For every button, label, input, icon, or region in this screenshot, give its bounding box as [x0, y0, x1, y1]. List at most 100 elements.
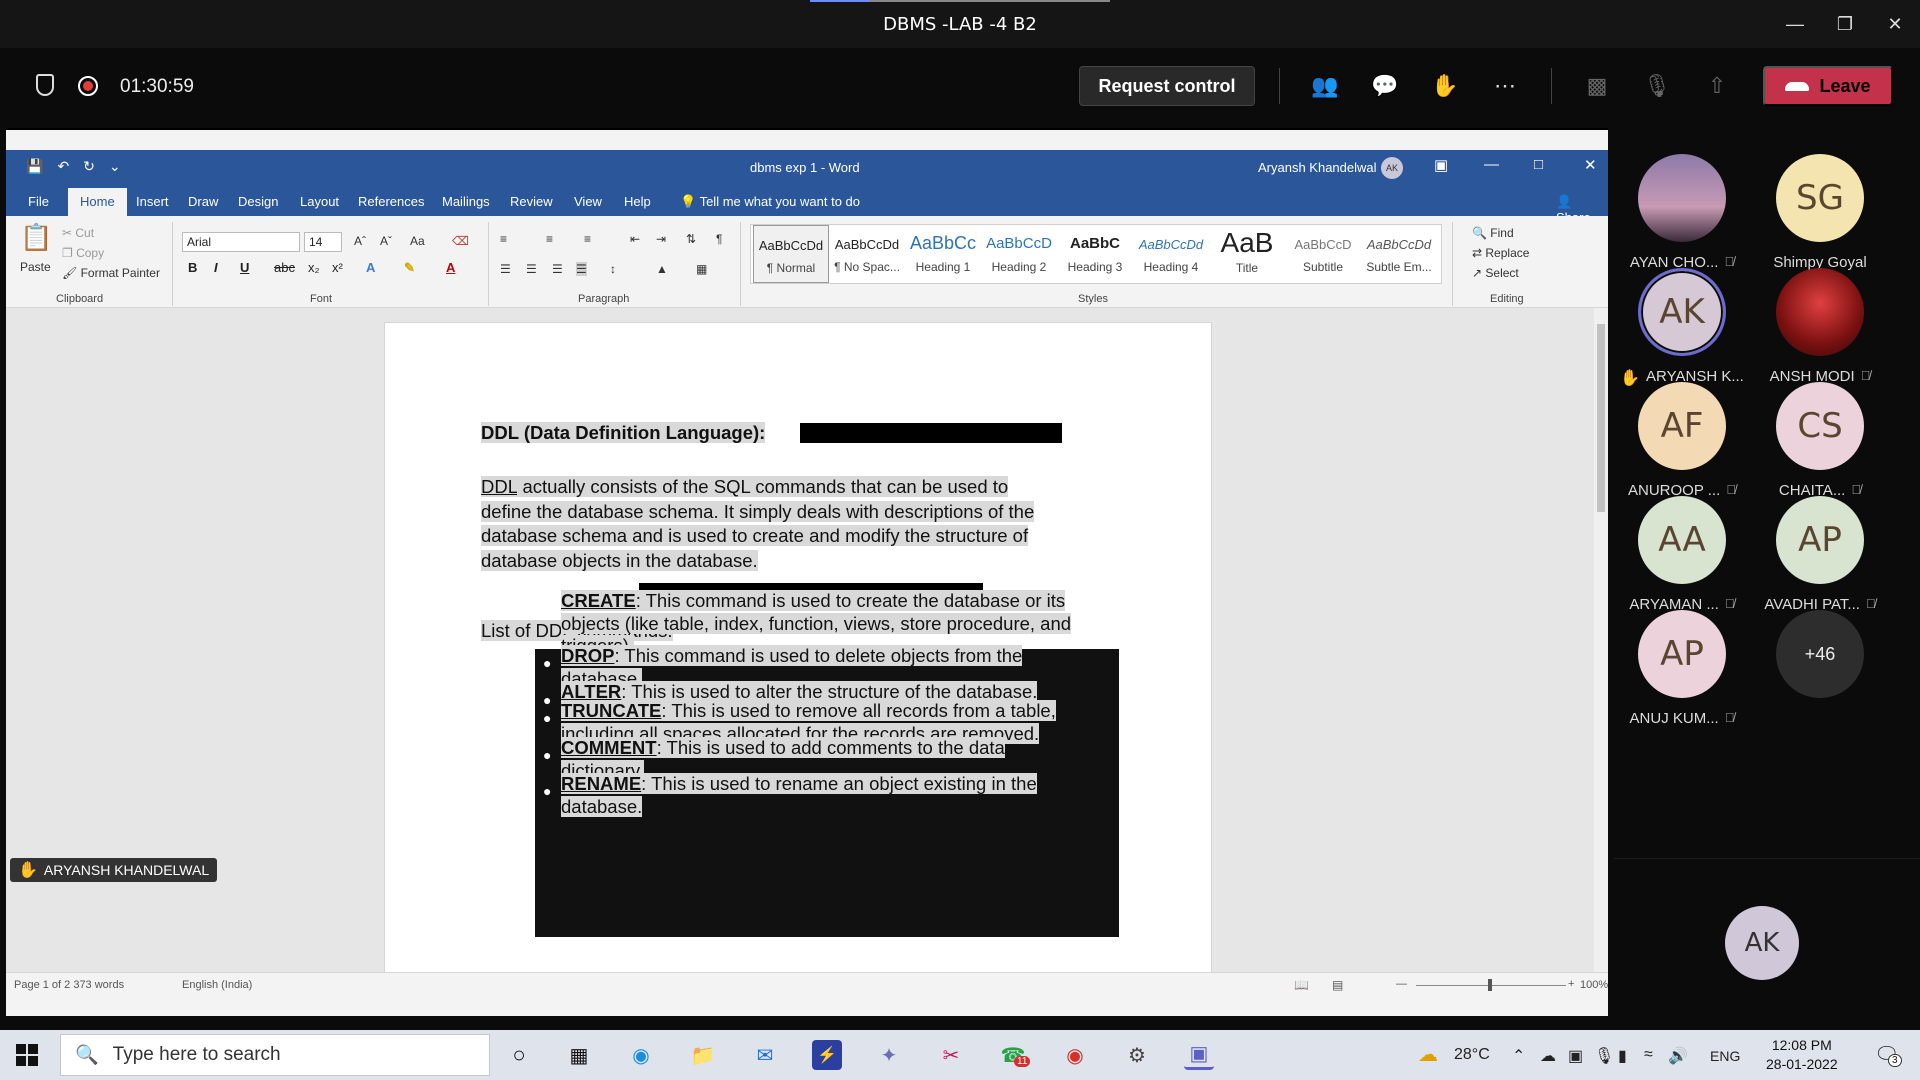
highlight-icon[interactable]: ✎: [404, 260, 415, 276]
wifi-icon[interactable]: ≈: [1644, 1046, 1653, 1064]
participant-tile[interactable]: ANSH MODI 🎙̸: [1752, 268, 1888, 385]
scroll-thumb[interactable]: [1597, 324, 1605, 512]
language-status[interactable]: English (India): [182, 979, 252, 991]
align-right-icon[interactable]: ☰: [552, 262, 563, 276]
style-heading-4[interactable]: AaBbCcDd Heading 4: [1133, 225, 1209, 283]
share-tray-icon[interactable]: ⇧: [1701, 70, 1733, 102]
tab-design[interactable]: Design: [238, 194, 278, 209]
clear-format-icon[interactable]: ⌫: [452, 234, 469, 248]
snip-icon[interactable]: ✂: [936, 1040, 966, 1070]
tab-view[interactable]: View: [574, 194, 602, 209]
font-size-select[interactable]: 14: [304, 232, 342, 252]
participant-tile[interactable]: AYAN CHO... 🎙̸: [1614, 154, 1750, 271]
tab-insert[interactable]: Insert: [136, 194, 169, 209]
tab-references[interactable]: References: [358, 194, 424, 209]
zoom-out-icon[interactable]: —: [1396, 978, 1407, 990]
line-spacing-icon[interactable]: ↕: [610, 262, 616, 276]
style-subtle-emphasis[interactable]: AaBbCcDd Subtle Em...: [1361, 225, 1437, 283]
tab-layout[interactable]: Layout: [300, 194, 339, 209]
cut-button[interactable]: ✂ Cut: [62, 226, 94, 240]
tab-home[interactable]: Home: [68, 188, 127, 216]
more-participants-tile[interactable]: +46: [1752, 610, 1888, 698]
edge-icon[interactable]: ◉: [626, 1040, 656, 1070]
participant-tile[interactable]: AK ✋ ARYANSH K...: [1614, 268, 1750, 388]
weather-icon[interactable]: ☁: [1418, 1042, 1438, 1067]
restore-icon[interactable]: ❐: [1820, 0, 1870, 48]
start-button[interactable]: [16, 1044, 38, 1066]
word-count[interactable]: Page 1 of 2 373 words: [14, 979, 124, 991]
word-user-avatar[interactable]: AK: [1381, 157, 1403, 179]
vertical-scrollbar[interactable]: [1594, 308, 1608, 972]
camera-off-icon[interactable]: ▩: [1581, 70, 1613, 102]
redo-icon[interactable]: ↻: [83, 158, 95, 175]
file-explorer-icon[interactable]: 📁: [688, 1040, 718, 1070]
sort-icon[interactable]: ⇅: [686, 232, 696, 246]
participant-tile[interactable]: SG Shimpy Goyal: [1752, 154, 1888, 271]
chevron-up-icon[interactable]: ⌃: [1512, 1046, 1525, 1066]
style-heading-1[interactable]: AaBbCc Heading 1: [905, 225, 981, 283]
participant-tile[interactable]: CS CHAITA... 🎙̸: [1752, 382, 1888, 499]
mic-off-icon[interactable]: 🎙: [1641, 70, 1673, 102]
style-no-spacing[interactable]: AaBbCcDd ¶ No Spac...: [829, 225, 905, 283]
read-mode-icon[interactable]: 📖: [1294, 978, 1309, 992]
notifications-icon[interactable]: 🗨 3: [1874, 1042, 1902, 1067]
volume-icon[interactable]: 🔊: [1668, 1046, 1688, 1066]
autosave-icon[interactable]: 💾: [26, 158, 43, 175]
italic-button[interactable]: I: [214, 260, 218, 275]
system-clock[interactable]: 12:08 PM 28-01-2022: [1766, 1036, 1838, 1074]
participant-tile[interactable]: AF ANUROOP ... 🎙̸: [1614, 382, 1750, 499]
task-view-icon[interactable]: ▦: [564, 1040, 594, 1070]
justify-icon[interactable]: ☰: [576, 262, 587, 276]
replace-button[interactable]: ⇄ Replace: [1472, 246, 1529, 260]
style-subtitle[interactable]: AaBbCcD Subtitle: [1285, 225, 1361, 283]
participants-icon[interactable]: 👥: [1309, 70, 1341, 102]
style-heading-3[interactable]: AaBbC Heading 3: [1057, 225, 1133, 283]
cloud-icon[interactable]: ☁: [1540, 1046, 1556, 1066]
battery-icon[interactable]: ▮: [1618, 1046, 1627, 1066]
subscript-button[interactable]: x₂: [308, 260, 320, 275]
word-restore-icon[interactable]: □: [1534, 156, 1543, 173]
text-effects-icon[interactable]: A: [366, 260, 375, 275]
participant-tile[interactable]: AP ANUJ KUM... 🎙̸: [1614, 610, 1750, 727]
shading-icon[interactable]: ▲: [656, 262, 668, 276]
multilevel-list-icon[interactable]: ≡: [584, 232, 591, 246]
bullets-icon[interactable]: ≡: [500, 232, 507, 246]
font-name-select[interactable]: Arial: [182, 232, 300, 252]
style-normal[interactable]: AaBbCcDd ¶ Normal: [753, 225, 829, 283]
more-actions-icon[interactable]: ⋯: [1489, 70, 1521, 102]
increase-indent-icon[interactable]: ⇥: [656, 232, 666, 246]
grow-font-icon[interactable]: Aˆ: [354, 234, 366, 248]
undo-icon[interactable]: ↶: [57, 158, 69, 175]
chat-icon[interactable]: 💬: [1369, 70, 1401, 102]
shrink-font-icon[interactable]: Aˇ: [380, 234, 392, 248]
bold-button[interactable]: B: [188, 260, 197, 275]
select-button[interactable]: ↗ Select: [1472, 266, 1519, 280]
paste-button[interactable]: Paste: [20, 260, 51, 274]
zoom-thumb[interactable]: [1488, 979, 1492, 991]
word-close-icon[interactable]: ✕: [1584, 156, 1597, 174]
customize-icon[interactable]: ⌄: [109, 158, 121, 175]
minimize-icon[interactable]: —: [1770, 0, 1820, 48]
powerautomate-icon[interactable]: ⚡: [812, 1040, 842, 1070]
copy-button[interactable]: ❐ Copy: [62, 246, 104, 260]
app-icon[interactable]: ✦: [874, 1040, 904, 1070]
word-minimize-icon[interactable]: —: [1484, 156, 1499, 173]
find-button[interactable]: 🔍 Find: [1472, 226, 1514, 240]
show-formatting-icon[interactable]: ¶: [716, 232, 722, 246]
numbering-icon[interactable]: ≡: [546, 232, 553, 246]
ribbon-display-icon[interactable]: ▣: [1434, 156, 1448, 174]
tell-me-box[interactable]: 💡 Tell me what you want to do: [680, 194, 860, 210]
paste-icon[interactable]: 📋: [20, 222, 52, 253]
change-case-icon[interactable]: Aa: [410, 234, 425, 248]
close-icon[interactable]: ✕: [1870, 0, 1920, 48]
strikethrough-button[interactable]: abc: [274, 260, 295, 275]
document-page[interactable]: DDL (Data Definition Language): DDL actu…: [384, 322, 1212, 982]
mail-icon[interactable]: ✉: [750, 1040, 780, 1070]
zoom-in-icon[interactable]: +: [1568, 978, 1574, 990]
decrease-indent-icon[interactable]: ⇤: [630, 232, 640, 246]
tab-file[interactable]: File: [28, 194, 49, 209]
chrome-icon[interactable]: ◉: [1060, 1040, 1090, 1070]
tab-review[interactable]: Review: [510, 194, 553, 209]
tab-help[interactable]: Help: [624, 194, 651, 209]
format-painter-button[interactable]: 🖌 Format Painter: [62, 266, 160, 280]
